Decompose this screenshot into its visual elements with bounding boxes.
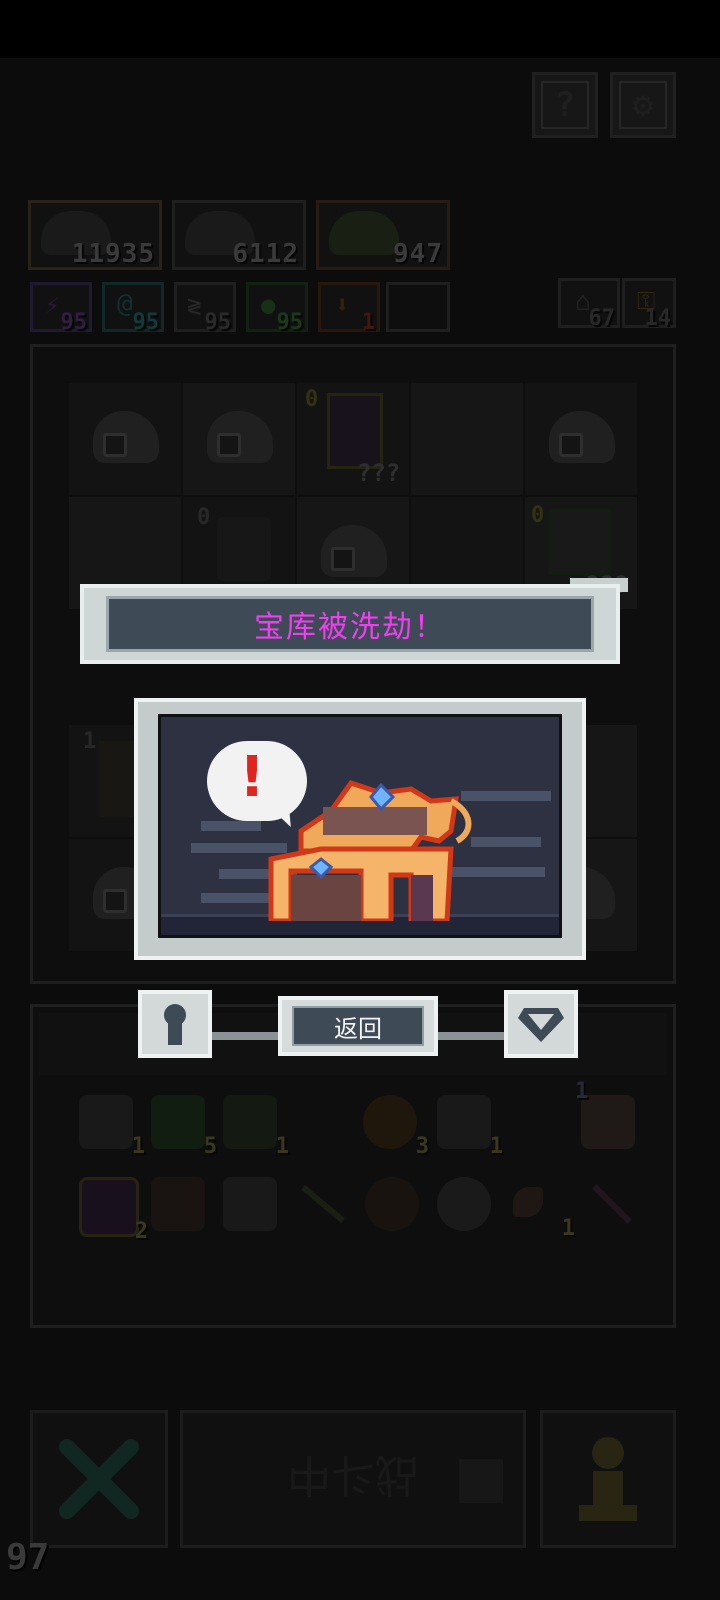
status-bar bbox=[0, 0, 720, 58]
gem-button[interactable] bbox=[504, 990, 578, 1058]
diamond-icon bbox=[518, 1008, 564, 1042]
keyhole-icon bbox=[164, 1004, 186, 1045]
treasure-chest-icon bbox=[268, 780, 472, 921]
vault-scene: ! bbox=[158, 714, 562, 938]
return-button[interactable]: 返回 bbox=[278, 996, 438, 1056]
keyhole-button[interactable] bbox=[138, 990, 212, 1058]
modal-title-banner: 宝库被洗劫！ bbox=[80, 584, 620, 664]
modal-title: 宝库被洗劫！ bbox=[254, 610, 446, 645]
modal-image-frame: ! bbox=[134, 698, 586, 960]
